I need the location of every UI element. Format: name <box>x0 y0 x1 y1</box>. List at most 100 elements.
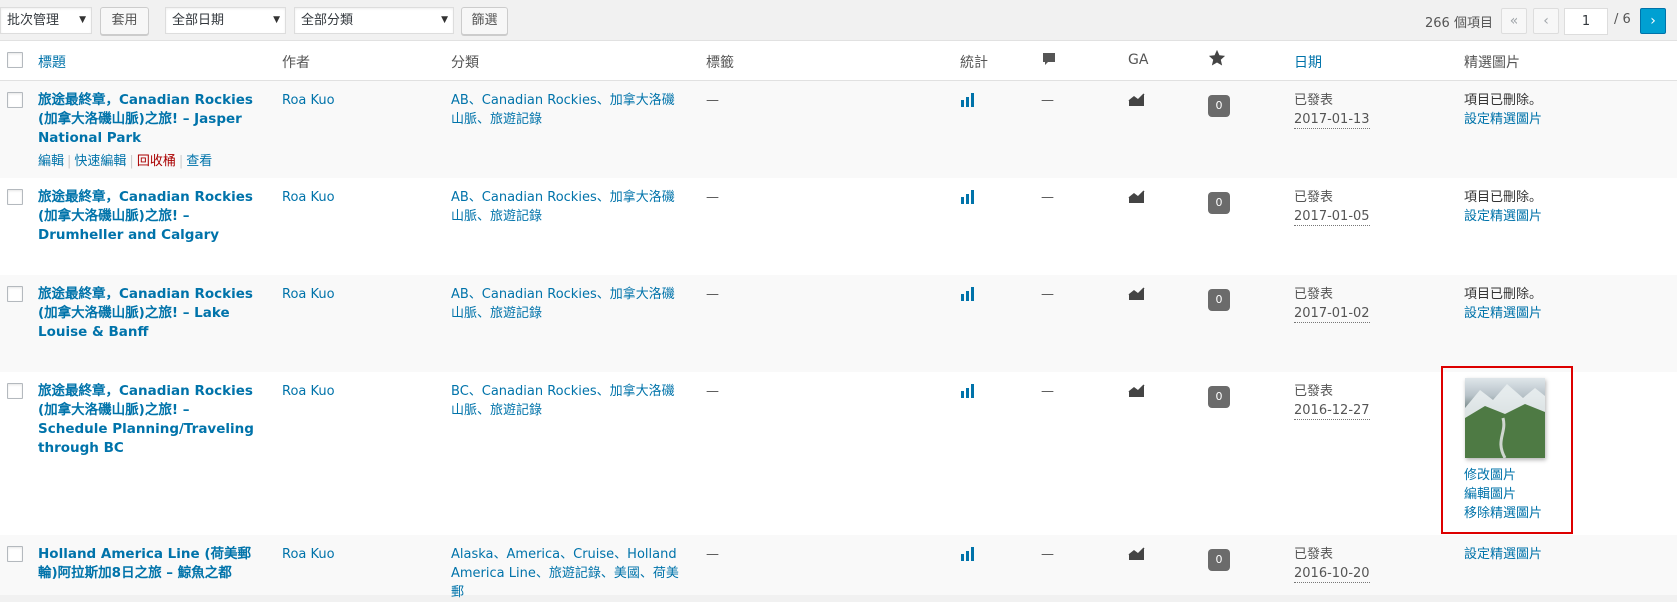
row-checkbox[interactable] <box>7 189 23 205</box>
author-link[interactable]: Roa Kuo <box>282 545 335 564</box>
author-link[interactable]: Roa Kuo <box>282 382 335 401</box>
categories-list[interactable]: AB、Canadian Rockies、加拿大洛磯山脈、旅遊記錄 <box>451 188 686 226</box>
next-page-button[interactable]: › <box>1640 8 1666 34</box>
apply-button[interactable]: 套用 <box>100 7 149 35</box>
column-header-author: 作者 <box>282 55 310 71</box>
row-actions: 編輯 | 快速編輯 | 回收桶 | 查看 <box>38 154 213 169</box>
category-filter-select[interactable]: 全部分類 ▼ <box>294 7 454 34</box>
post-status: 已發表 <box>1294 384 1334 399</box>
bar-chart-icon[interactable] <box>961 382 977 404</box>
table-row: 旅途最終章，Canadian Rockies (加拿大洛磯山脈)之旅! – La… <box>0 275 1677 372</box>
first-page-button[interactable]: « <box>1501 8 1527 34</box>
views-count-badge: 0 <box>1208 386 1230 408</box>
categories-list[interactable]: AB、Canadian Rockies、加拿大洛磯山脈、旅遊記錄 <box>451 91 686 129</box>
column-header-title[interactable]: 標題 <box>38 52 66 72</box>
set-featured-image-link[interactable]: 設定精選圖片 <box>1464 304 1542 323</box>
bar-chart-icon[interactable] <box>961 188 977 210</box>
post-status: 已發表 <box>1294 547 1334 562</box>
current-page-input[interactable]: 1 <box>1564 8 1608 35</box>
date-cell: 已發表 2016-10-20 <box>1294 545 1370 583</box>
prev-page-button[interactable]: ‹ <box>1533 8 1559 34</box>
views-count-badge: 0 <box>1208 95 1230 117</box>
set-featured-image-link[interactable]: 設定精選圖片 <box>1464 207 1542 226</box>
author-link[interactable]: Roa Kuo <box>282 91 335 110</box>
categories-list[interactable]: AB、Canadian Rockies、加拿大洛磯山脈、旅遊記錄 <box>451 285 686 323</box>
comments-value: — <box>1041 384 1054 399</box>
column-header-categories: 分類 <box>451 55 479 71</box>
date-cell: 已發表 2017-01-02 <box>1294 285 1370 323</box>
trash-link[interactable]: 回收桶 <box>137 154 176 169</box>
featured-image-status: 項目已刪除。 <box>1464 93 1543 108</box>
post-title-link[interactable]: 旅途最終章，Canadian Rockies (加拿大洛磯山脈)之旅! – Dr… <box>38 188 263 245</box>
categories-list[interactable]: BC、Canadian Rockies、加拿大洛磯山脈、旅遊記錄 <box>451 382 686 420</box>
column-header-featured-image: 精選圖片 <box>1464 55 1520 71</box>
bar-chart-icon[interactable] <box>961 545 977 567</box>
comment-bubble-icon[interactable] <box>1041 51 1057 71</box>
table-row: 旅途最終章，Canadian Rockies (加拿大洛磯山脈)之旅! – Ja… <box>0 81 1677 178</box>
posts-table: 標題 作者 分類 標籤 統計 GA 日期 精選圖片 旅途最終章，Canadian… <box>0 40 1677 600</box>
post-date: 2017-01-02 <box>1294 306 1370 323</box>
tablenav-top: 批次管理 ▼ 套用 全部日期 ▼ 全部分類 ▼ 篩選 266 個項目 « ‹ 1… <box>0 0 1677 40</box>
area-chart-icon[interactable] <box>1128 382 1146 404</box>
author-link[interactable]: Roa Kuo <box>282 285 335 304</box>
bulk-actions-label: 批次管理 <box>7 13 60 28</box>
date-filter-select[interactable]: 全部日期 ▼ <box>165 7 286 34</box>
author-link[interactable]: Roa Kuo <box>282 188 335 207</box>
bar-chart-icon[interactable] <box>961 91 977 113</box>
post-title-link[interactable]: 旅途最終章，Canadian Rockies (加拿大洛磯山脈)之旅! – Sc… <box>38 382 263 458</box>
area-chart-icon[interactable] <box>1128 188 1146 210</box>
column-header-tags: 標籤 <box>706 55 734 71</box>
area-chart-icon[interactable] <box>1128 545 1146 567</box>
category-filter-label: 全部分類 <box>301 13 354 28</box>
view-link[interactable]: 查看 <box>186 154 212 169</box>
total-pages: / 6 <box>1614 12 1631 27</box>
bar-chart-icon[interactable] <box>961 285 977 307</box>
table-row: 旅途最終章，Canadian Rockies (加拿大洛磯山脈)之旅! – Dr… <box>0 178 1677 275</box>
date-cell: 已發表 2016-12-27 <box>1294 382 1370 420</box>
bulk-actions-select[interactable]: 批次管理 ▼ <box>0 7 92 34</box>
date-cell: 已發表 2017-01-13 <box>1294 91 1370 129</box>
star-icon[interactable] <box>1208 49 1226 71</box>
post-title-link[interactable]: Holland America Line (荷美郵輪)阿拉斯加8日之旅 – 鯨魚… <box>38 545 263 583</box>
column-header-ga: GA <box>1128 52 1149 68</box>
featured-image-status: 項目已刪除。 <box>1464 287 1543 302</box>
set-featured-image-link[interactable]: 設定精選圖片 <box>1464 110 1542 129</box>
comments-value: — <box>1041 93 1054 108</box>
row-checkbox[interactable] <box>7 546 23 562</box>
tags-value: — <box>706 547 719 562</box>
views-count-badge: 0 <box>1208 192 1230 214</box>
table-row: Holland America Line (荷美郵輪)阿拉斯加8日之旅 – 鯨魚… <box>0 535 1677 600</box>
edit-link[interactable]: 編輯 <box>38 154 64 169</box>
views-count-badge: 0 <box>1208 549 1230 571</box>
row-checkbox[interactable] <box>7 286 23 302</box>
featured-image-cell: 項目已刪除。 設定精選圖片 <box>1464 285 1542 323</box>
featured-image-cell: 項目已刪除。 設定精選圖片 <box>1464 91 1542 129</box>
set-featured-image-link[interactable]: 設定精選圖片 <box>1464 545 1542 564</box>
comments-value: — <box>1041 190 1054 205</box>
total-items-count: 266 個項目 <box>1425 16 1493 31</box>
post-date: 2017-01-05 <box>1294 209 1370 226</box>
select-all-checkbox[interactable] <box>7 52 23 68</box>
quick-edit-link[interactable]: 快速編輯 <box>74 154 126 169</box>
views-count-badge: 0 <box>1208 289 1230 311</box>
post-status: 已發表 <box>1294 93 1334 108</box>
post-title-link[interactable]: 旅途最終章，Canadian Rockies (加拿大洛磯山脈)之旅! – Ja… <box>38 91 263 148</box>
date-cell: 已發表 2017-01-05 <box>1294 188 1370 226</box>
featured-image-cell: 設定精選圖片 <box>1464 545 1542 564</box>
row-checkbox[interactable] <box>7 92 23 108</box>
filter-button[interactable]: 篩選 <box>461 7 508 35</box>
post-status: 已發表 <box>1294 190 1334 205</box>
area-chart-icon[interactable] <box>1128 91 1146 113</box>
tags-value: — <box>706 384 719 399</box>
date-filter-label: 全部日期 <box>172 13 225 28</box>
column-header-stats: 統計 <box>960 55 988 71</box>
categories-list[interactable]: Alaska、America、Cruise、Holland America Li… <box>451 545 686 602</box>
post-title-link[interactable]: 旅途最終章，Canadian Rockies (加拿大洛磯山脈)之旅! – La… <box>38 285 263 342</box>
column-header-date[interactable]: 日期 <box>1294 52 1322 72</box>
area-chart-icon[interactable] <box>1128 285 1146 307</box>
row-checkbox[interactable] <box>7 383 23 399</box>
table-header: 標題 作者 分類 標籤 統計 GA 日期 精選圖片 <box>0 41 1677 81</box>
comments-value: — <box>1041 547 1054 562</box>
table-row: 旅途最終章，Canadian Rockies (加拿大洛磯山脈)之旅! – Sc… <box>0 372 1677 535</box>
chevron-down-icon: ▼ <box>273 15 280 25</box>
